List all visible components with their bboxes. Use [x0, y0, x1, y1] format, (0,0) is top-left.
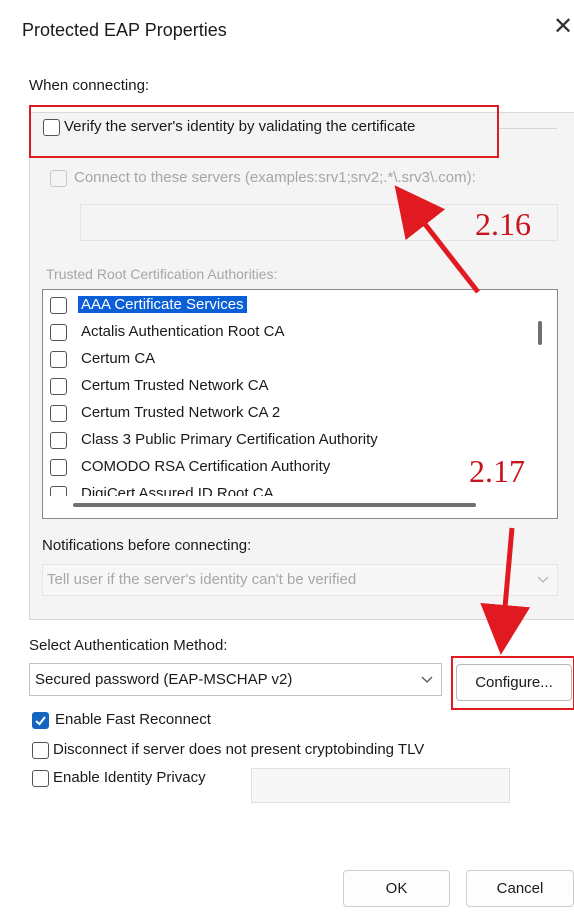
- arrow-icon: [394, 185, 480, 294]
- arrow-icon: [480, 527, 531, 655]
- annotation-arrows: [394, 185, 531, 655]
